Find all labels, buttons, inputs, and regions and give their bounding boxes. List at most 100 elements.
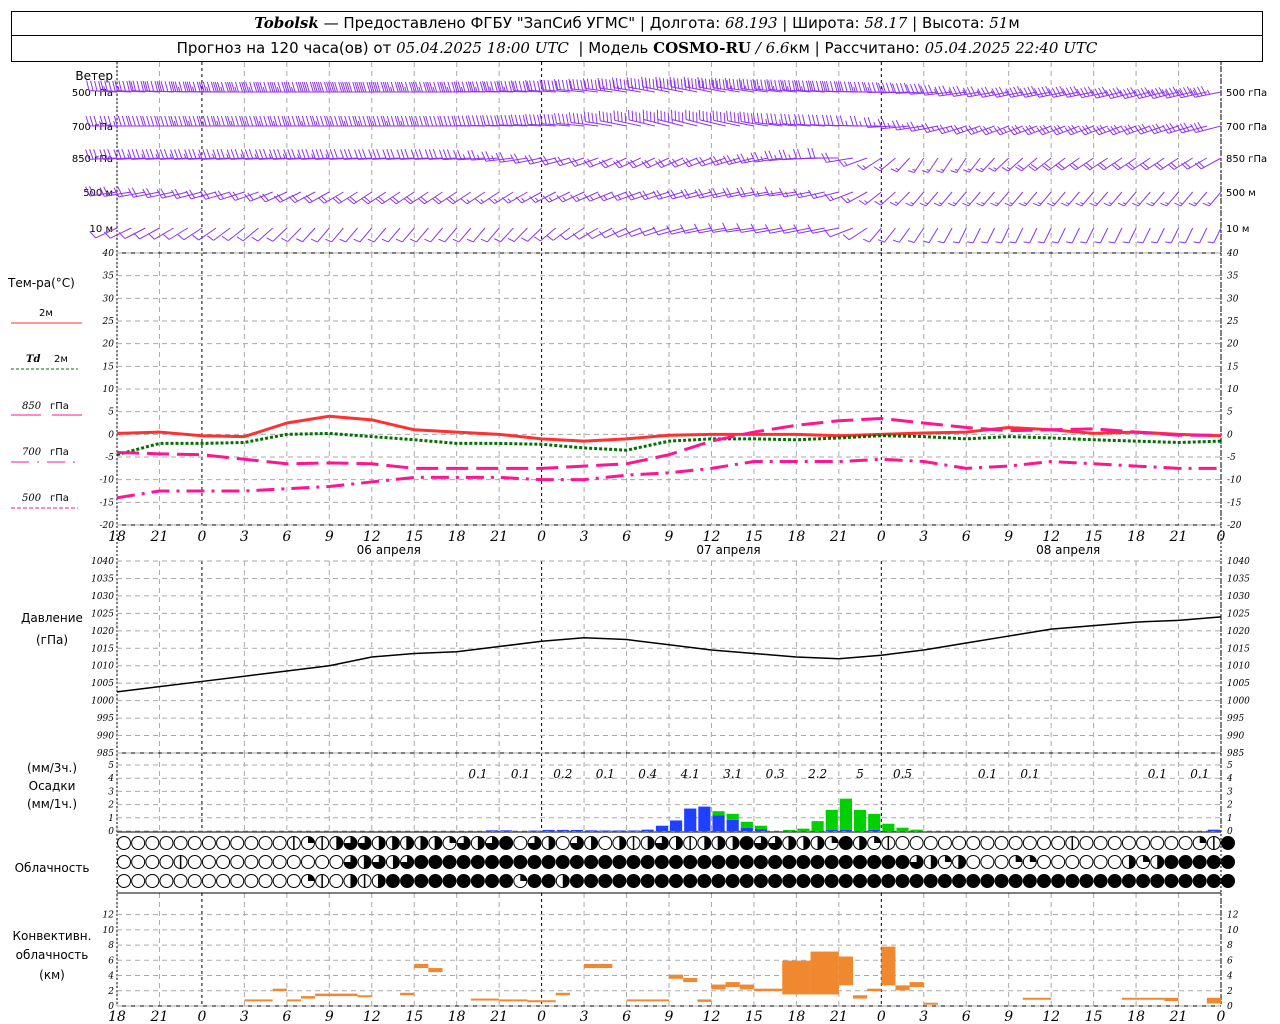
wind-barb bbox=[892, 227, 911, 243]
cloud-cover-symbol bbox=[301, 836, 315, 850]
precip-bar-blue bbox=[500, 830, 513, 831]
cloud-cover-symbol bbox=[230, 836, 245, 850]
cloud-cover-symbol bbox=[881, 874, 896, 888]
cloud-cover-symbol bbox=[612, 836, 627, 850]
cloud-cover-symbol bbox=[584, 836, 599, 850]
wind-barb-feather bbox=[488, 197, 496, 204]
wind-barb-feather bbox=[998, 86, 1005, 96]
cloud-cover-symbol bbox=[286, 855, 301, 869]
pressure-tick-left: 1000 bbox=[91, 697, 114, 707]
wind-barb-feather bbox=[780, 113, 784, 124]
cloud-cover-symbol bbox=[654, 874, 669, 888]
wind-barb bbox=[907, 157, 925, 173]
wind-barb-feather bbox=[504, 81, 508, 92]
wind-barb-staff bbox=[670, 86, 698, 93]
wind-barb-feather bbox=[995, 87, 1001, 97]
cloud-circle bbox=[173, 874, 188, 888]
wind-barb-staff bbox=[513, 227, 528, 242]
cloud-circle bbox=[230, 855, 245, 869]
wind-barb-feather bbox=[1123, 88, 1129, 98]
convective-cloud-bar bbox=[782, 960, 811, 995]
cloud-cover-symbol bbox=[400, 874, 415, 888]
wind-barb-feather bbox=[1193, 122, 1200, 132]
wind-barb-feather bbox=[162, 233, 170, 240]
wind-barb bbox=[1069, 157, 1094, 171]
cloud-cover-symbol bbox=[357, 836, 372, 850]
wind-barb-feather bbox=[474, 198, 482, 205]
cloud-cover-symbol bbox=[937, 855, 952, 869]
cloud-fill bbox=[874, 836, 881, 843]
wind-barb-feather bbox=[975, 168, 983, 173]
wind-barb-staff bbox=[242, 227, 259, 242]
wind-barb-feather bbox=[1154, 88, 1161, 97]
conv-tick-left: 12 bbox=[103, 911, 115, 921]
wind-barb-feather bbox=[936, 170, 943, 173]
cloud-circle bbox=[810, 855, 825, 869]
wind-barb-half-feather bbox=[480, 199, 485, 203]
cloud-cover-symbol bbox=[315, 874, 330, 888]
precip-bar-blue bbox=[627, 830, 640, 831]
cloud-circle bbox=[1037, 855, 1051, 869]
wind-barb-feather bbox=[537, 80, 541, 92]
wind-barb-half-feather bbox=[507, 198, 512, 202]
cloud-cover-symbol bbox=[697, 874, 712, 888]
cloud-circle bbox=[853, 855, 867, 869]
wind-barb-feather bbox=[1094, 241, 1101, 244]
wind-barb-staff bbox=[1071, 227, 1080, 244]
cloud-fill bbox=[435, 836, 442, 850]
cloud-cover-symbol bbox=[1051, 836, 1066, 850]
wind-barb bbox=[418, 191, 443, 205]
cloud-circle bbox=[1051, 836, 1066, 850]
hour-label-bottom: 21 bbox=[150, 1009, 169, 1024]
cloud-circle bbox=[1065, 874, 1080, 888]
precip-tick-right: 0 bbox=[1227, 827, 1233, 837]
wind-barb-feather bbox=[889, 201, 897, 206]
cloud-circle bbox=[159, 855, 174, 869]
wind-barb-staff bbox=[1208, 191, 1222, 207]
cloud-cover-symbol bbox=[1221, 836, 1235, 850]
cloud-cover-symbol bbox=[683, 874, 698, 888]
convective-cloud-bar bbox=[895, 985, 910, 991]
wind-barb-staff bbox=[713, 119, 740, 127]
cloud-circle bbox=[1107, 855, 1122, 869]
wind-barb-feather bbox=[128, 188, 134, 198]
cloud-circle bbox=[739, 855, 754, 869]
wind-barb-feather bbox=[428, 149, 434, 160]
convective-cloud-bar bbox=[527, 1000, 556, 1003]
wind-barb-feather bbox=[950, 170, 957, 173]
precip-bar-blue bbox=[641, 829, 654, 831]
cloud-circle bbox=[216, 855, 231, 869]
cloud-cover-symbol bbox=[980, 855, 995, 869]
wind-barb-feather bbox=[764, 224, 771, 234]
wind-barb-feather bbox=[510, 154, 516, 164]
wind-barb-feather bbox=[521, 237, 528, 242]
wind-barb bbox=[1148, 123, 1179, 135]
cloud-title: Облачность bbox=[15, 861, 90, 875]
wind-barb-staff bbox=[1085, 227, 1095, 244]
cloud-cover-symbol bbox=[527, 836, 542, 850]
cloud-cover-symbol bbox=[810, 836, 825, 850]
cloud-fill bbox=[619, 836, 626, 850]
wind-barb bbox=[937, 227, 953, 244]
wind-barb-feather bbox=[815, 114, 820, 126]
wind-barb-half-feather bbox=[291, 86, 294, 93]
cloud-circle bbox=[187, 855, 202, 869]
wind-barb-feather bbox=[938, 85, 944, 96]
hour-label-mid: 9 bbox=[1004, 529, 1013, 545]
convective-cloud-bar bbox=[1121, 997, 1165, 1000]
wind-barb bbox=[626, 77, 655, 93]
cloud-cover-symbol bbox=[442, 874, 457, 888]
wind-barb-feather bbox=[543, 113, 547, 125]
wind-barb-staff bbox=[701, 157, 726, 167]
wind-barb-feather bbox=[446, 149, 452, 160]
cloud-circle bbox=[131, 855, 146, 869]
cloud-circle bbox=[569, 855, 584, 869]
wind-barb-staff bbox=[1100, 227, 1109, 244]
wind-barb-feather bbox=[612, 77, 615, 88]
wind-barb-feather bbox=[277, 148, 282, 160]
conv-title-2: облачность bbox=[16, 948, 89, 962]
wind-barb-staff bbox=[540, 227, 557, 242]
wind-barb-staff bbox=[994, 157, 1010, 172]
wind-barb-feather bbox=[673, 77, 676, 88]
wind-barb-feather bbox=[947, 202, 955, 207]
